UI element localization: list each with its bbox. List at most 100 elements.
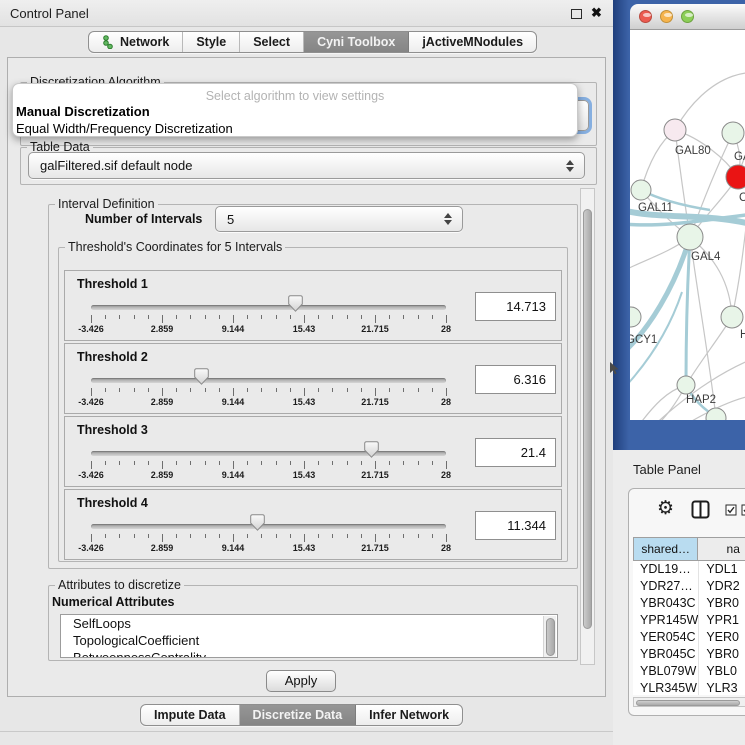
table-panel-title: Table Panel <box>633 462 701 477</box>
network-node[interactable] <box>706 408 726 420</box>
combo-arrows-icon <box>444 213 452 225</box>
network-node[interactable] <box>677 376 695 394</box>
tick-label: 21.715 <box>361 397 389 407</box>
close-traffic-light-icon[interactable] <box>639 10 652 23</box>
threshold-label: Threshold 4 <box>77 496 148 510</box>
threshold-value-field[interactable]: 21.4 <box>475 438 556 467</box>
tab-network[interactable]: Network <box>89 32 183 52</box>
node-label-h: H <box>740 329 745 341</box>
node-label-hap2: HAP2 <box>686 394 716 406</box>
dropdown-hint-item[interactable]: Select algorithm to view settings <box>13 89 577 103</box>
threshold-block: Threshold 1 -3.4262.8599.14415.4321.7152… <box>64 270 562 341</box>
float-window-icon[interactable] <box>571 9 582 19</box>
tab-infer-network[interactable]: Infer Network <box>356 705 462 725</box>
network-icon <box>102 35 114 49</box>
table-row[interactable]: YBL079WYBL0 <box>633 663 745 680</box>
tab-style[interactable]: Style <box>183 32 240 52</box>
table-cell: YLR3 <box>698 680 745 695</box>
column-header-na[interactable]: na <box>698 537 745 561</box>
threshold-slider[interactable] <box>91 378 446 383</box>
table-row[interactable]: YDR27…YDR2 <box>633 578 745 595</box>
tick-label: 28 <box>441 324 451 334</box>
table-row[interactable]: YBR045CYBR0 <box>633 646 745 663</box>
list-scrollbar[interactable] <box>543 616 556 658</box>
network-edge[interactable] <box>630 385 686 420</box>
tick-label: 2.859 <box>151 543 174 553</box>
numerical-attributes-list[interactable]: SelfLoopsTopologicalCoefficientBetweenne… <box>60 614 558 658</box>
tab-impute-data[interactable]: Impute Data <box>141 705 240 725</box>
dropdown-item-manual-discretization[interactable]: Manual Discretization <box>16 104 150 119</box>
close-icon[interactable]: ✖ <box>591 5 602 21</box>
control-panel: Control Panel ✖ NetworkStyleSelectCyni T… <box>0 0 613 745</box>
checkbox-checked-icon[interactable] <box>725 504 737 516</box>
table-cell: YPR1 <box>698 612 745 629</box>
threshold-value-field[interactable]: 11.344 <box>475 511 556 540</box>
tick-label: -3.426 <box>78 470 104 480</box>
table-row[interactable]: YPR145WYPR1 <box>633 612 745 629</box>
network-node[interactable] <box>664 119 686 141</box>
tick-label: 21.715 <box>361 324 389 334</box>
attributes-group-title: Attributes to discretize <box>55 578 184 592</box>
network-node[interactable] <box>722 122 744 144</box>
node-label-c: C <box>739 192 745 204</box>
tick-label: -3.426 <box>78 543 104 553</box>
threshold-slider[interactable] <box>91 305 446 310</box>
table-cell: YDR27… <box>633 578 698 595</box>
tab-label: Cyni Toolbox <box>317 35 395 49</box>
network-node[interactable] <box>721 306 743 328</box>
attribute-item-betweennesscentrality[interactable]: BetweennessCentrality <box>61 649 557 658</box>
apply-button[interactable]: Apply <box>266 670 336 692</box>
node-label-gcy1: GCY1 <box>630 334 657 346</box>
table-cell: YDR2 <box>698 578 745 595</box>
network-node[interactable] <box>631 180 651 200</box>
mouse-cursor-icon <box>610 362 620 380</box>
tick-label: -3.426 <box>78 397 104 407</box>
network-edge[interactable] <box>732 210 745 317</box>
attribute-item-topologicalcoefficient[interactable]: TopologicalCoefficient <box>61 632 557 649</box>
table-row[interactable]: YDL19…YDL1 <box>633 561 745 578</box>
tab-label: jActiveMNodules <box>422 35 523 49</box>
split-view-icon[interactable] <box>691 500 710 519</box>
table-row[interactable]: YBR043CYBR0 <box>633 595 745 612</box>
tick-label: 9.144 <box>222 543 245 553</box>
table-cell: YBR0 <box>698 595 745 612</box>
network-edge[interactable] <box>686 237 690 385</box>
table-panel-box: ⚙ shared…naYDL19…YDL1YDR27…YDR2YBR043CYB… <box>628 488 745 716</box>
tab-jactivemnodules[interactable]: jActiveMNodules <box>409 32 536 52</box>
attribute-item-selfloops[interactable]: SelfLoops <box>61 615 557 632</box>
network-node[interactable] <box>677 224 703 250</box>
minimize-traffic-light-icon[interactable] <box>660 10 673 23</box>
table-data-combobox[interactable]: galFiltered.sif default node <box>28 152 585 179</box>
tick-label: 9.144 <box>222 470 245 480</box>
node-label-ga: GA <box>734 151 745 163</box>
threshold-value-field[interactable]: 6.316 <box>475 365 556 394</box>
tab-select[interactable]: Select <box>240 32 304 52</box>
network-canvas[interactable]: GAL80GACGAL11GAL4GCY1HHAP2 <box>630 30 745 420</box>
table-cell: YLR345W <box>633 680 698 695</box>
network-edge[interactable] <box>686 317 732 385</box>
number-of-intervals-combobox[interactable]: 5 <box>215 206 463 232</box>
network-edge[interactable] <box>675 73 745 130</box>
table-row[interactable]: YLR345WYLR3 <box>633 680 745 695</box>
threshold-slider[interactable] <box>91 524 446 529</box>
node-label-gal80: GAL80 <box>675 145 711 157</box>
slider-ticks <box>91 461 446 469</box>
column-header-shared[interactable]: shared… <box>633 537 698 561</box>
tab-cyni-toolbox[interactable]: Cyni Toolbox <box>304 32 409 52</box>
zoom-traffic-light-icon[interactable] <box>681 10 694 23</box>
top-tab-bar: NetworkStyleSelect Cyni Toolbox jActiveMNo… <box>88 31 537 53</box>
table-horizontal-scrollbar[interactable] <box>633 697 745 707</box>
checkbox-checked-icon[interactable] <box>741 504 745 516</box>
network-node[interactable] <box>726 165 745 189</box>
threshold-slider[interactable] <box>91 451 446 456</box>
gear-icon[interactable]: ⚙ <box>657 497 674 519</box>
table-row[interactable]: YER054CYER0 <box>633 629 745 646</box>
network-node[interactable] <box>630 307 641 327</box>
panel-vertical-scrollbar[interactable] <box>580 188 595 665</box>
tick-label: 15.43 <box>293 543 316 553</box>
tab-discretize-data[interactable]: Discretize Data <box>240 705 357 725</box>
threshold-value-field[interactable]: 14.713 <box>475 292 556 321</box>
dropdown-item-equal-width-frequency-discretization[interactable]: Equal Width/Frequency Discretization <box>16 121 233 136</box>
slider-tick-labels: -3.4262.8599.14415.4321.71528 <box>91 397 446 408</box>
network-edge[interactable] <box>690 237 716 418</box>
